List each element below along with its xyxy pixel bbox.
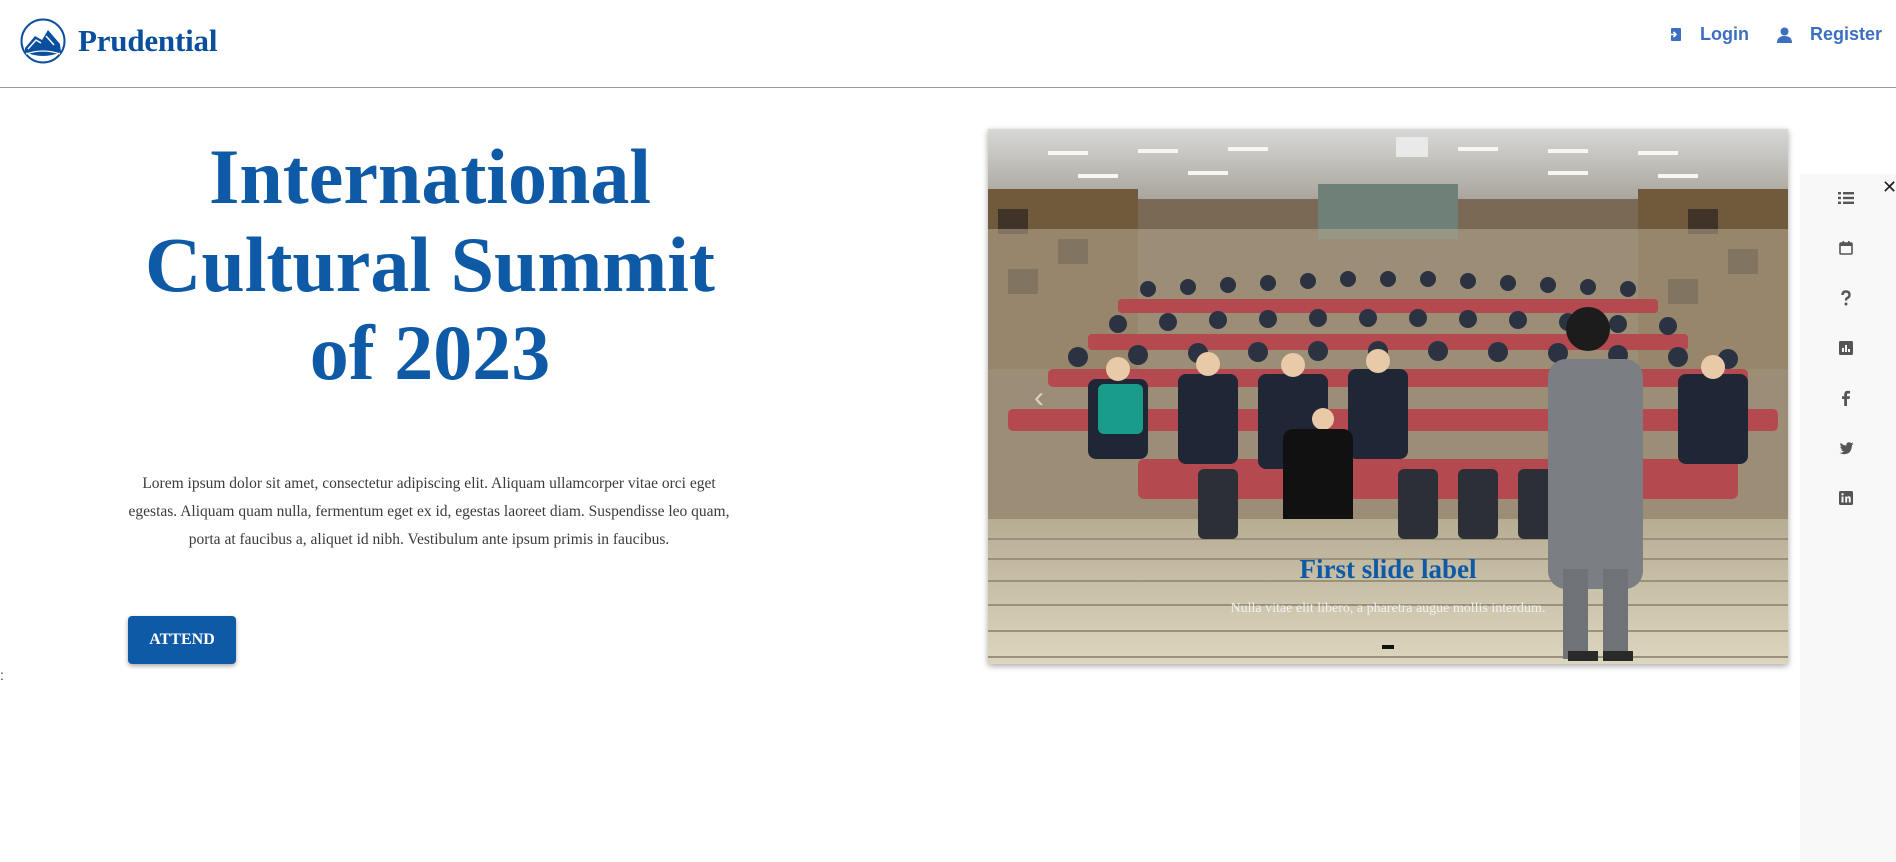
page-title: International Cultural Summit of 2023	[145, 133, 715, 396]
calendar-icon[interactable]	[1838, 240, 1854, 256]
edge-marker: :	[0, 667, 4, 683]
carousel-indicator[interactable]	[1382, 645, 1394, 649]
slide-caption: Nulla vitae elit libero, a pharetra augu…	[1230, 601, 1546, 616]
prudential-rock-icon	[20, 18, 66, 64]
header-nav: Login Register	[1647, 24, 1882, 45]
login-link[interactable]: Login	[1668, 24, 1749, 45]
linkedin-icon[interactable]	[1838, 490, 1854, 506]
slide-title: First slide label	[1299, 554, 1477, 584]
carousel-prev-icon[interactable]: ‹	[1034, 381, 1044, 415]
register-label: Register	[1809, 24, 1882, 44]
user-icon	[1776, 27, 1792, 43]
site-header: Prudential Login Register	[0, 0, 1896, 88]
list-icon[interactable]	[1838, 190, 1854, 206]
brand-logo[interactable]: Prudential	[20, 18, 217, 64]
login-label: Login	[1699, 24, 1749, 44]
register-link[interactable]: Register	[1776, 24, 1882, 45]
close-icon[interactable]: ✕	[1882, 178, 1896, 196]
login-icon	[1668, 28, 1681, 41]
side-toolbar	[1800, 174, 1896, 862]
image-carousel[interactable]: ‹ First slide label Nulla vitae elit lib…	[988, 129, 1788, 664]
chart-icon[interactable]	[1838, 340, 1854, 356]
event-description: Lorem ipsum dolor sit amet, consectetur …	[128, 475, 730, 548]
twitter-icon[interactable]	[1838, 440, 1854, 456]
help-icon[interactable]	[1838, 290, 1854, 306]
facebook-icon[interactable]	[1838, 390, 1854, 406]
attend-button[interactable]: ATTEND	[128, 616, 236, 664]
logo-text: Prudential	[78, 23, 218, 58]
